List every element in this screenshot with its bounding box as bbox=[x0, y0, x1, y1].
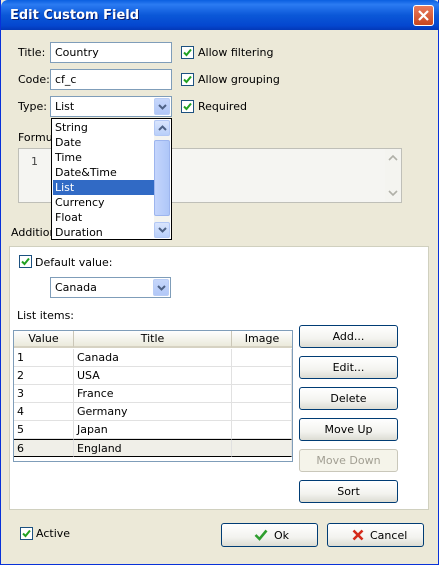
add-button[interactable]: Add... bbox=[299, 325, 398, 348]
code-label: Code: bbox=[18, 73, 50, 86]
scroll-down-button[interactable] bbox=[386, 186, 400, 200]
cancel-label: Cancel bbox=[370, 529, 408, 542]
title-label: Title: bbox=[18, 46, 46, 59]
list-items-label: List items: bbox=[17, 309, 75, 322]
column-header-image[interactable]: Image bbox=[232, 331, 292, 348]
chevron-up-icon bbox=[158, 125, 167, 131]
default-value-combobox-value: Canada bbox=[55, 281, 97, 294]
dropdown-item[interactable]: String bbox=[53, 120, 155, 135]
active-label: Active bbox=[36, 527, 71, 540]
cell-value: 4 bbox=[14, 403, 74, 421]
type-label: Type: bbox=[18, 100, 47, 113]
additional-label: Addition bbox=[11, 226, 57, 239]
allow-filtering-label: Allow filtering bbox=[198, 46, 274, 59]
default-value-dropdown-button[interactable] bbox=[153, 279, 169, 296]
cell-value: 1 bbox=[14, 349, 74, 367]
allow-filtering-checkbox[interactable] bbox=[181, 46, 194, 59]
formula-line-number: 1 bbox=[31, 155, 38, 168]
cell-title: USA bbox=[74, 367, 232, 385]
move-up-button[interactable]: Move Up bbox=[299, 418, 398, 441]
required-checkbox[interactable] bbox=[181, 100, 194, 113]
type-combobox-value: List bbox=[55, 100, 75, 113]
table-row-selected[interactable]: 6 England bbox=[14, 439, 292, 457]
cell-title: Canada bbox=[74, 349, 232, 367]
allow-grouping-label: Allow grouping bbox=[198, 73, 280, 86]
dropdown-item[interactable]: Time bbox=[53, 150, 155, 165]
dialog-window: Edit Custom Field Title: Country Allow f… bbox=[0, 0, 439, 565]
chevron-down-icon bbox=[157, 285, 166, 291]
dropdown-scrollbar[interactable] bbox=[154, 120, 170, 238]
cell-value: 5 bbox=[14, 421, 74, 439]
dropdown-item[interactable]: Duration bbox=[53, 225, 155, 240]
code-input[interactable]: cf_c bbox=[50, 69, 172, 90]
scroll-up-button[interactable] bbox=[386, 151, 400, 165]
cell-title: Germany bbox=[74, 403, 232, 421]
dropdown-item-selected[interactable]: List bbox=[53, 180, 155, 195]
cell-image bbox=[232, 349, 292, 367]
type-dropdown-button[interactable] bbox=[154, 98, 170, 115]
close-icon bbox=[418, 10, 429, 21]
cell-image bbox=[232, 385, 292, 403]
cell-title: France bbox=[74, 385, 232, 403]
column-header-title[interactable]: Title bbox=[74, 331, 232, 348]
table-row[interactable]: 3 France bbox=[14, 385, 292, 403]
default-value-checkbox[interactable] bbox=[19, 255, 32, 268]
active-checkbox[interactable] bbox=[20, 527, 33, 540]
cell-value: 2 bbox=[14, 367, 74, 385]
cell-image bbox=[232, 421, 292, 439]
ok-button[interactable]: Ok bbox=[221, 523, 318, 547]
move-down-button[interactable]: Move Down bbox=[299, 449, 398, 472]
cell-image bbox=[232, 367, 292, 385]
type-dropdown-list[interactable]: String Date Time Date&Time List Currency… bbox=[51, 118, 172, 240]
dropdown-item[interactable]: Currency bbox=[53, 195, 155, 210]
type-combobox[interactable]: List bbox=[50, 96, 172, 117]
check-icon bbox=[254, 529, 268, 541]
title-bar[interactable]: Edit Custom Field bbox=[1, 0, 439, 30]
table-row[interactable]: 1 Canada bbox=[14, 349, 292, 367]
scrollbar-thumb[interactable] bbox=[154, 140, 170, 216]
list-items-table[interactable]: Value Title Image 1 Canada 2 USA 3 Franc… bbox=[13, 330, 293, 462]
cell-title: Japan bbox=[74, 421, 232, 439]
cell-title: England bbox=[74, 439, 232, 457]
default-value-label: Default value: bbox=[35, 256, 113, 269]
dropdown-item[interactable]: Date&Time bbox=[53, 165, 155, 180]
window-title: Edit Custom Field bbox=[10, 8, 140, 23]
cell-image bbox=[232, 403, 292, 421]
chevron-down-icon bbox=[388, 190, 398, 197]
dropdown-item[interactable]: Date bbox=[53, 135, 155, 150]
formula-scrollbar[interactable] bbox=[385, 149, 401, 202]
table-row[interactable]: 4 Germany bbox=[14, 403, 292, 421]
check-icon bbox=[183, 102, 192, 111]
cell-image bbox=[232, 439, 292, 457]
required-label: Required bbox=[198, 100, 247, 113]
check-icon bbox=[183, 75, 192, 84]
check-icon bbox=[183, 48, 192, 57]
scroll-down-button[interactable] bbox=[154, 222, 170, 238]
table-row[interactable]: 5 Japan bbox=[14, 421, 292, 439]
allow-grouping-checkbox[interactable] bbox=[181, 73, 194, 86]
check-icon bbox=[22, 529, 31, 538]
chevron-up-icon bbox=[388, 154, 398, 161]
scroll-up-button[interactable] bbox=[154, 120, 170, 136]
check-icon bbox=[21, 257, 30, 266]
sort-button[interactable]: Sort bbox=[299, 480, 398, 503]
dropdown-item[interactable]: Float bbox=[53, 210, 155, 225]
close-button[interactable] bbox=[413, 5, 434, 26]
chevron-down-icon bbox=[158, 227, 167, 233]
ok-label: Ok bbox=[274, 529, 290, 542]
column-header-value[interactable]: Value bbox=[14, 331, 74, 348]
default-value-combobox[interactable]: Canada bbox=[50, 277, 171, 298]
chevron-down-icon bbox=[158, 104, 167, 110]
delete-button[interactable]: Delete bbox=[299, 387, 398, 410]
table-row[interactable]: 2 USA bbox=[14, 367, 292, 385]
cell-value: 3 bbox=[14, 385, 74, 403]
cell-value: 6 bbox=[14, 439, 74, 457]
red-x-icon bbox=[352, 529, 364, 541]
title-input[interactable]: Country bbox=[50, 42, 172, 63]
cancel-button[interactable]: Cancel bbox=[327, 523, 424, 547]
edit-button[interactable]: Edit... bbox=[299, 356, 398, 379]
